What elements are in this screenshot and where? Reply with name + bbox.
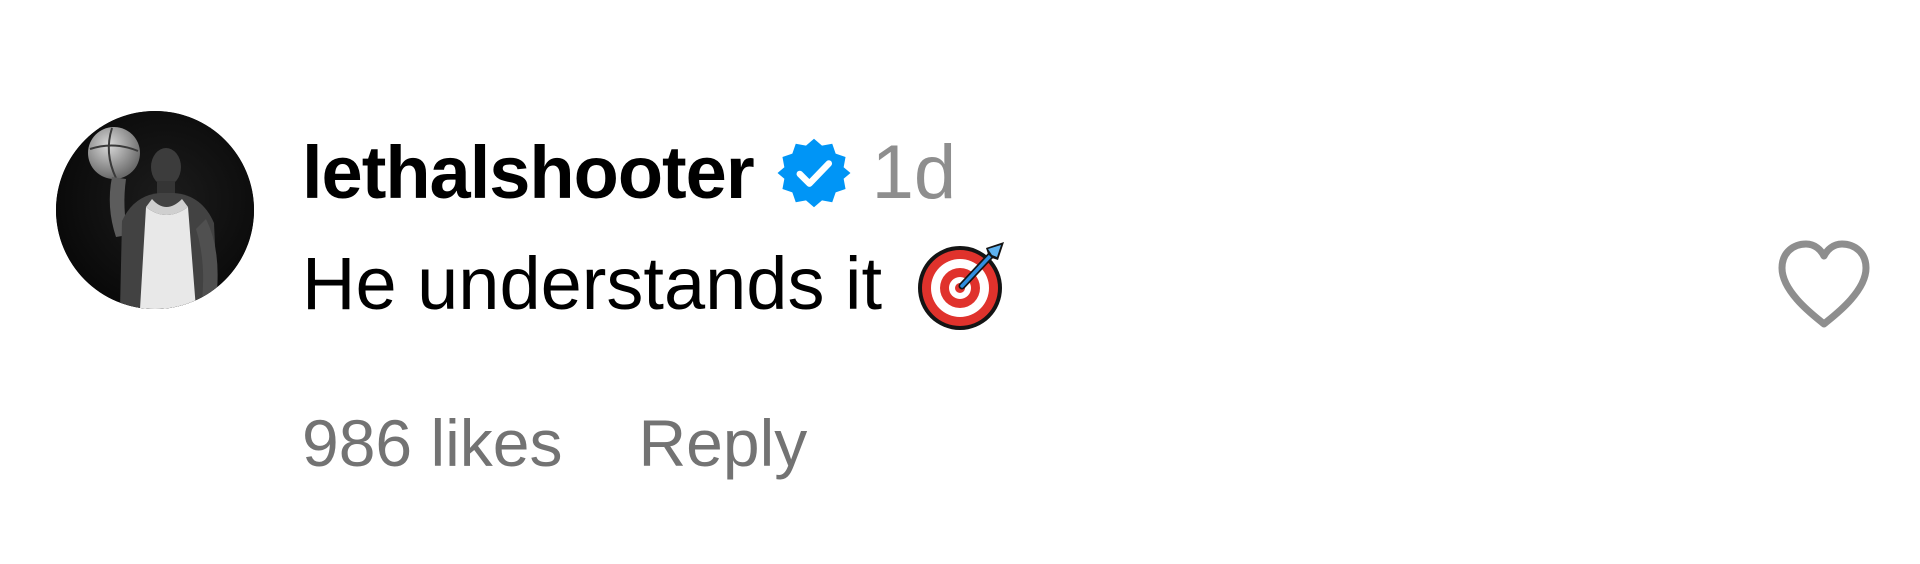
comment: lethalshooter 1d He understands it 986 l… [0, 0, 1920, 564]
direct-hit-emoji-icon [912, 234, 1012, 334]
heart-outline-icon [1778, 240, 1870, 328]
comment-body: He understands it [302, 236, 1012, 332]
like-button[interactable] [1774, 236, 1874, 332]
avatar-photo [56, 111, 254, 309]
comment-header: lethalshooter 1d [302, 128, 956, 218]
comment-actions: 986 likes Reply [302, 398, 807, 488]
likes-count[interactable]: 986 likes [302, 410, 563, 476]
avatar[interactable] [56, 111, 254, 309]
verified-badge-icon [776, 135, 852, 211]
username[interactable]: lethalshooter [302, 136, 755, 210]
timestamp[interactable]: 1d [872, 135, 957, 211]
reply-button[interactable]: Reply [639, 410, 808, 476]
comment-text: He understands it [302, 242, 883, 325]
